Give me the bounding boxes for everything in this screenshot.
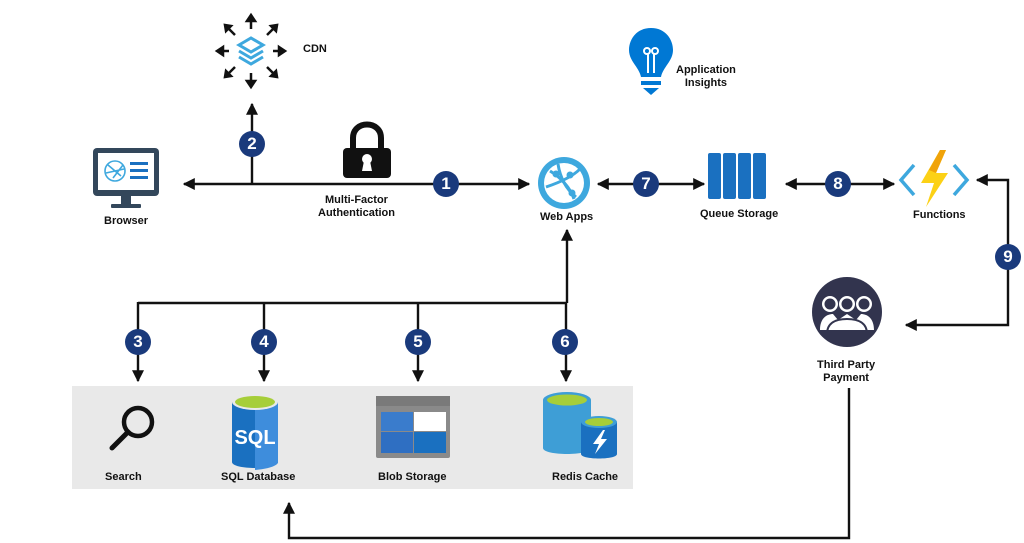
lock-icon bbox=[343, 121, 391, 178]
redis-cache-label: Redis Cache bbox=[552, 471, 619, 483]
app-insights-label-line2: Insights bbox=[684, 77, 728, 89]
blob-storage-label: Blob Storage bbox=[378, 471, 447, 483]
mfa-label-line2: Authentication bbox=[318, 207, 395, 219]
application-insights-icon bbox=[629, 28, 673, 95]
functions-label: Functions bbox=[913, 209, 966, 221]
step-badge-7: 7 bbox=[633, 171, 659, 197]
mfa-label: Multi-Factor Authentication bbox=[318, 194, 395, 220]
cdn-icon bbox=[214, 12, 288, 90]
step-badge-6: 6 bbox=[552, 329, 578, 355]
app-insights-label: Application Insights bbox=[676, 64, 736, 90]
browser-label: Browser bbox=[104, 215, 149, 227]
step-badge-8: 8 bbox=[825, 171, 851, 197]
web-apps-icon bbox=[538, 157, 590, 209]
mfa-label-line1: Multi-Factor bbox=[325, 194, 388, 206]
diagram-canvas: SQL bbox=[72, 12, 1010, 540]
third-party-label-line1: Third Party bbox=[817, 359, 876, 371]
step-badge-5: 5 bbox=[405, 329, 431, 355]
step-badge-2: 2 bbox=[239, 131, 265, 157]
sql-database-label: SQL Database bbox=[221, 471, 296, 483]
app-insights-label-line1: Application bbox=[676, 64, 736, 76]
cdn-label: CDN bbox=[303, 43, 327, 55]
step-badge-9: 9 bbox=[995, 244, 1021, 270]
step-badge-1: 1 bbox=[433, 171, 459, 197]
web-apps-label: Web Apps bbox=[540, 211, 594, 223]
functions-icon bbox=[898, 150, 970, 207]
queue-storage-label: Queue Storage bbox=[700, 208, 779, 220]
search-label: Search bbox=[105, 471, 142, 483]
sql-database-icon: SQL bbox=[232, 394, 278, 470]
third-party-label-line2: Payment bbox=[823, 372, 869, 384]
queue-storage-icon bbox=[708, 153, 766, 199]
step-badge-4: 4 bbox=[251, 329, 277, 355]
third-party-label: Third Party Payment bbox=[817, 359, 875, 385]
blob-storage-icon bbox=[376, 396, 450, 458]
browser-icon bbox=[93, 148, 159, 208]
step-badge-3: 3 bbox=[125, 329, 151, 355]
sql-icon-text: SQL bbox=[234, 427, 275, 449]
edge-functions-third-party bbox=[904, 174, 1010, 331]
third-party-payment-icon bbox=[812, 277, 882, 347]
